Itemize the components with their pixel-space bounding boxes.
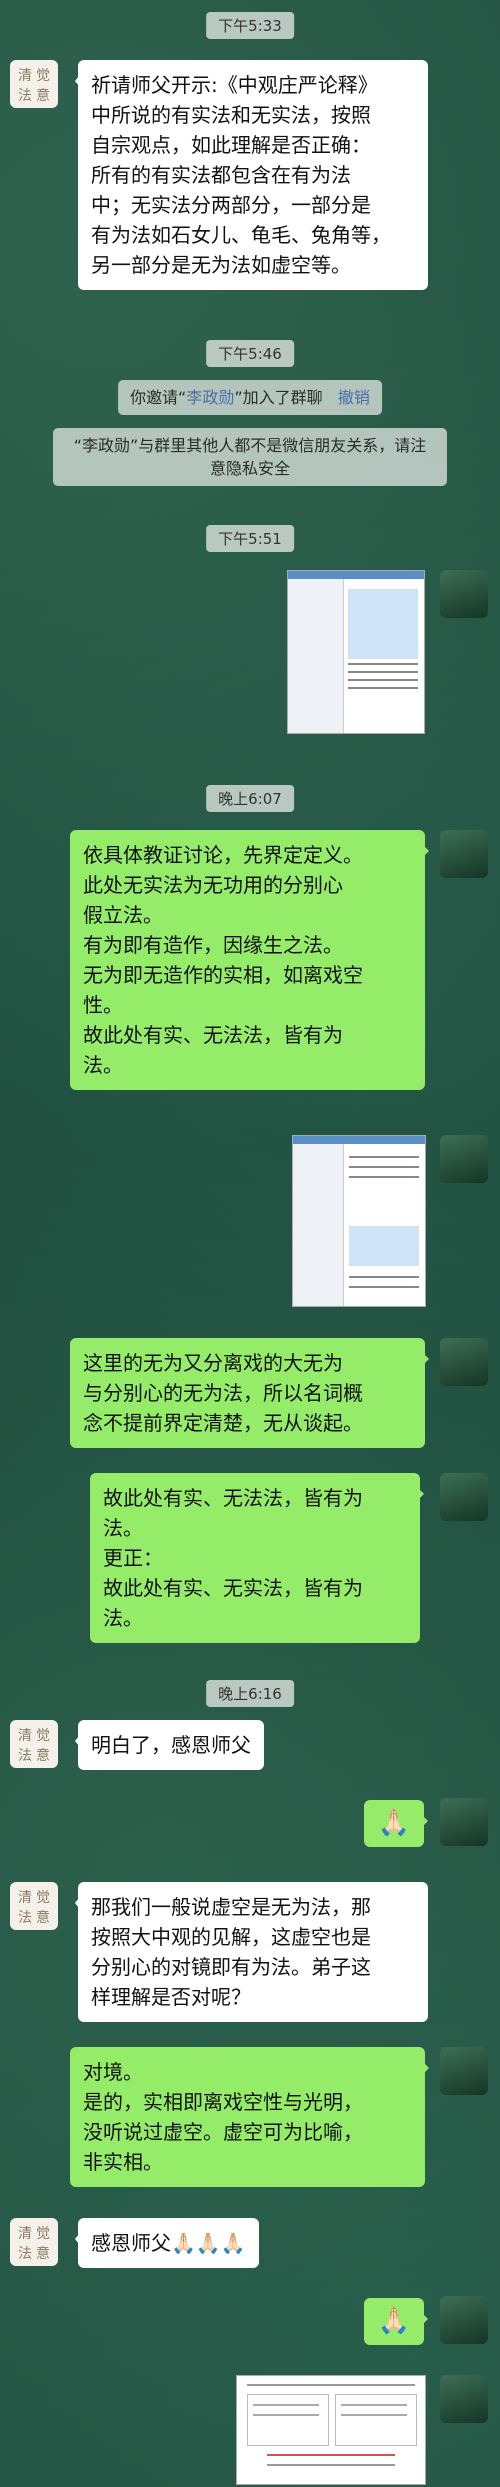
invitee-name-link[interactable]: 李政勋 [186,388,234,407]
message-line: 是的，实相即离戏空性与光明， [83,2090,363,2114]
message-line: 法。 [83,1053,123,1077]
message-line: 祈请师父开示:《中观庄严论释》 [91,73,378,97]
message-line: 故此处有实、无法法，皆有为 [103,1486,363,1510]
message-line: 对境。 [83,2060,143,2084]
system-privacy-notice: “李政勋”与群里其他人都不是微信朋友关系，请注 意隐私安全 [53,428,447,487]
notice-line: “李政勋”与群里其他人都不是微信朋友关系，请注 [73,436,427,455]
avatar-char: 意 [36,2246,50,2262]
avatar-self[interactable] [440,1798,488,1846]
message-line: 按照大中观的见解，这虚空也是 [91,1925,371,1949]
message-line: 无为即无造作的实相，如离戏空 [83,963,363,987]
message-bubble[interactable]: 🙏🏻 [364,2298,428,2345]
avatar-char: 意 [36,88,50,104]
message-line: 念不提前界定清楚，无从谈起。 [83,1411,363,1435]
message-line: 所有的有实法都包含在有为法 [91,163,351,187]
avatar-char: 觉 [36,1890,50,1906]
message-bubble[interactable]: 感恩师父🙏🏻🙏🏻🙏🏻 [75,2218,259,2268]
avatar-self[interactable] [440,830,488,878]
avatar-self[interactable] [440,1338,488,1386]
avatar-char: 意 [36,1748,50,1764]
message-line: 🙏🏻 [377,1808,411,1838]
message-bubble[interactable]: 依具体教证讨论，先界定定义。 此处无实法为无功用的分别心 假立法。 有为即有造作… [70,830,429,1090]
avatar-char: 觉 [36,2226,50,2242]
message-bubble[interactable]: 祈请师父开示:《中观庄严论释》 中所说的有实法和无实法，按照 自宗观点，如此理解… [75,60,428,290]
avatar-char: 清 [18,1728,32,1744]
message-line: 分别心的对镜即有为法。弟子这 [91,1955,371,1979]
message-line: 中；无实法分两部分，一部分是 [91,193,371,217]
avatar-char: 意 [36,1910,50,1926]
message-line: 假立法。 [83,903,163,927]
timestamp: 下午5:33 [206,12,294,39]
message-line: 法。 [103,1606,143,1630]
avatar-char: 觉 [36,68,50,84]
avatar-self[interactable] [440,2296,488,2344]
avatar-self[interactable] [440,2375,488,2423]
avatar-char: 法 [18,1748,32,1764]
message-bubble[interactable]: 对境。 是的，实相即离戏空性与光明， 没听说过虚空。虚空可为比喻， 非实相。 [70,2047,429,2187]
message-line: 故此处有实、无实法，皆有为 [103,1576,363,1600]
message-line: 有为即有造作，因缘生之法。 [83,933,343,957]
timestamp: 晚上6:07 [206,785,294,812]
message-bubble[interactable]: 那我们一般说虚空是无为法，那 按照大中观的见解，这虚空也是 分别心的对镜即有为法… [75,1882,428,2022]
avatar-char: 法 [18,88,32,104]
avatar-self[interactable] [440,1473,488,1521]
avatar-self[interactable] [440,2047,488,2095]
system-invite-notice: 你邀请“李政勋”加入了群聊 撤销 [118,380,382,416]
message-line: 故此处有实、无法法，皆有为 [83,1023,343,1047]
avatar[interactable]: 清 觉 法 意 [10,1720,58,1768]
avatar[interactable]: 清 觉 法 意 [10,1882,58,1930]
screenshot-image[interactable] [287,570,425,734]
message-bubble[interactable]: 这里的无为又分离戏的大无为 与分别心的无为法，所以名词概 念不提前界定清楚，无从… [70,1338,429,1448]
avatar-char: 法 [18,2246,32,2262]
message-line: 感恩师父🙏🏻🙏🏻🙏🏻 [91,2231,246,2255]
message-line: 自宗观点，如此理解是否正确： [91,133,371,157]
message-line: 🙏🏻 [377,2306,411,2336]
notice-line: 意隐私安全 [209,459,290,479]
timestamp: 下午5:46 [206,340,294,367]
timestamp: 晚上6:16 [206,1680,294,1707]
message-line: 性。 [83,993,123,1017]
message-line: 有为法如石女儿、龟毛、兔角等， [91,223,391,247]
avatar-char: 清 [18,1890,32,1906]
message-line: 与分别心的无为法，所以名词概 [83,1381,363,1405]
message-line: 非实相。 [83,2150,163,2174]
avatar[interactable]: 清 觉 法 意 [10,60,58,108]
message-line: 更正： [103,1546,163,1570]
message-bubble[interactable]: 🙏🏻 [364,1800,428,1847]
message-line: 那我们一般说虚空是无为法，那 [91,1895,371,1919]
revoke-link[interactable]: 撤销 [338,388,370,407]
avatar-self[interactable] [440,1135,488,1183]
invite-suffix: ”加入了群聊 [234,388,323,407]
message-line: 另一部分是无为法如虚空等。 [91,253,351,277]
avatar[interactable]: 清 觉 法 意 [10,2218,58,2266]
screenshot-image[interactable] [292,1135,426,1307]
message-line: 没听说过虚空。虚空可为比喻， [83,2120,363,2144]
message-bubble[interactable]: 明白了，感恩师父 [75,1720,264,1770]
message-line: 这里的无为又分离戏的大无为 [83,1351,343,1375]
timestamp: 下午5:51 [206,525,294,552]
message-line: 明白了，感恩师父 [91,1733,251,1757]
message-line: 样理解是否对呢？ [91,1985,251,2009]
avatar-char: 法 [18,1910,32,1926]
avatar-self[interactable] [440,570,488,618]
message-line: 中所说的有实法和无实法，按照 [91,103,371,127]
message-bubble[interactable]: 故此处有实、无法法，皆有为 法。 更正： 故此处有实、无实法，皆有为 法。 [90,1473,424,1643]
message-line: 法。 [103,1516,143,1540]
message-line: 依具体教证讨论，先界定定义。 [83,843,363,867]
avatar-char: 清 [18,68,32,84]
avatar-char: 清 [18,2226,32,2242]
invite-prefix: 你邀请“ [130,388,187,407]
message-line: 此处无实法为无功用的分别心 [83,873,343,897]
avatar-char: 觉 [36,1728,50,1744]
screenshot-image[interactable] [236,2375,426,2485]
